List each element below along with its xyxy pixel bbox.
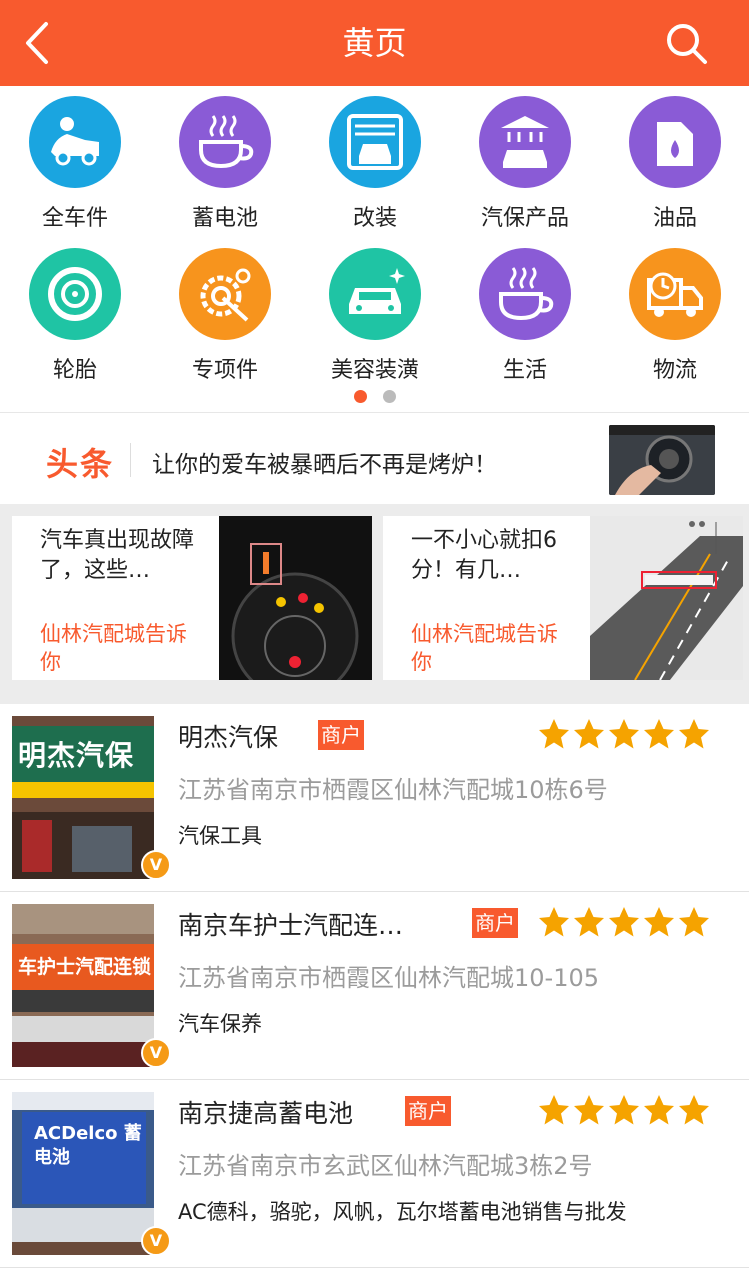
- search-icon[interactable]: [663, 20, 709, 66]
- category-item[interactable]: 油品: [600, 86, 749, 236]
- page-title: 黄页: [342, 24, 407, 62]
- star-icon: [644, 719, 674, 749]
- shop-address: 江苏省南京市玄武区仙林汽配城3栋2号: [178, 1152, 593, 1180]
- category-label: 油品: [652, 206, 697, 231]
- shop-name: 南京车护士汽配连…: [178, 911, 404, 940]
- rating-stars: [538, 718, 713, 754]
- shop-sign: 车护士汽配连锁: [18, 956, 152, 978]
- gear-tool-icon: [179, 248, 271, 340]
- shop-address: 江苏省南京市栖霞区仙林汽配城10栋6号: [178, 776, 608, 804]
- merchant-tag: 商户: [405, 1096, 451, 1126]
- mechanic-icon: [29, 96, 121, 188]
- verified-badge: V: [141, 1038, 171, 1068]
- shop-description: 汽车保养: [178, 1012, 262, 1036]
- star-icon: [574, 1095, 604, 1125]
- verified-badge: V: [141, 850, 171, 880]
- shop-description: 汽保工具: [178, 824, 262, 848]
- category-grid: 全车件 蓄电池 改装 汽保产品 油品 轮胎 专项件 美容装潢 生活 物流: [0, 86, 749, 412]
- category-label: 生活: [502, 358, 547, 383]
- shop-name: 南京捷高蓄电池: [178, 1099, 354, 1128]
- category-item[interactable]: 物流: [600, 238, 749, 388]
- news-section: 汽车真出现故障了，这些… 仙林汽配城告诉你 一不小心就扣6分！有几… 仙林汽配城…: [0, 504, 749, 704]
- shop-name: 明杰汽保: [178, 723, 279, 752]
- category-item[interactable]: 改装: [300, 86, 450, 236]
- page-dot-active[interactable]: [353, 390, 367, 403]
- shop-list-item[interactable]: ACDelco 蓄电池 V 南京捷高蓄电池 商户 江苏省南京市玄武区仙林汽配城3…: [0, 1080, 749, 1268]
- shop-address: 江苏省南京市栖霞区仙林汽配城10-105: [178, 964, 600, 992]
- star-icon: [609, 719, 639, 749]
- headline-thumbnail: [609, 425, 715, 495]
- star-icon: [539, 907, 569, 937]
- category-item[interactable]: 轮胎: [0, 238, 150, 388]
- news-source: 仙林汽配城告诉你: [411, 622, 558, 674]
- category-label: 专项件: [191, 358, 258, 383]
- category-item[interactable]: 蓄电池: [150, 86, 300, 236]
- star-icon: [539, 1095, 569, 1125]
- category-item[interactable]: 美容装潢: [300, 238, 450, 388]
- cup-icon: [479, 248, 571, 340]
- category-label: 物流: [652, 358, 697, 383]
- star-icon: [644, 907, 674, 937]
- category-label: 轮胎: [52, 358, 97, 383]
- news-title: 汽车真出现故障了，这些…: [40, 528, 195, 583]
- news-image: [590, 516, 743, 680]
- news-card[interactable]: 汽车真出现故障了，这些… 仙林汽配城告诉你: [12, 516, 372, 680]
- news-image: [219, 516, 372, 680]
- news-title: 一不小心就扣6分！有几…: [411, 528, 557, 583]
- headline-badge: 头条: [46, 445, 115, 483]
- shop-photo: ACDelco 蓄电池: [12, 1092, 154, 1255]
- category-label: 蓄电池: [191, 206, 258, 231]
- rating-stars: [538, 1094, 713, 1130]
- cup-icon: [179, 96, 271, 188]
- star-icon: [539, 719, 569, 749]
- top-bar: 黄页: [0, 0, 749, 86]
- headline-banner[interactable]: 头条 让你的爱车被暴晒后不再是烤炉！: [0, 412, 749, 505]
- category-label: 美容装潢: [330, 358, 419, 383]
- rating-stars: [538, 906, 713, 942]
- news-source: 仙林汽配城告诉你: [40, 622, 187, 674]
- star-icon: [679, 1095, 709, 1125]
- star-icon: [679, 719, 709, 749]
- shop-photo: 车护士汽配连锁: [12, 904, 154, 1067]
- garage-car-icon: [329, 96, 421, 188]
- divider: [130, 443, 131, 477]
- headline-text[interactable]: 让你的爱车被暴晒后不再是烤炉！: [152, 445, 497, 479]
- category-label: 汽保产品: [480, 206, 569, 231]
- merchant-tag: 商户: [318, 720, 364, 750]
- sparkle-car-icon: [329, 248, 421, 340]
- shop-sign: ACDelco 蓄电池: [34, 1123, 142, 1168]
- category-item[interactable]: 全车件: [0, 86, 150, 236]
- tire-icon: [29, 248, 121, 340]
- truck-clock-icon: [629, 248, 721, 340]
- shop-list-item[interactable]: 明杰汽保 V 明杰汽保 商户 江苏省南京市栖霞区仙林汽配城10栋6号 汽保工具: [0, 704, 749, 892]
- merchant-tag: 商户: [472, 908, 518, 938]
- star-icon: [609, 907, 639, 937]
- news-card[interactable]: 一不小心就扣6分！有几… 仙林汽配城告诉你: [383, 516, 743, 680]
- shop-sign: 明杰汽保: [18, 739, 135, 772]
- shop-list-item[interactable]: 车护士汽配连锁 V 南京车护士汽配连… 商户 江苏省南京市栖霞区仙林汽配城10-…: [0, 892, 749, 1080]
- star-icon: [679, 907, 709, 937]
- verified-badge: V: [141, 1226, 171, 1256]
- car-wash-icon: [479, 96, 571, 188]
- star-icon: [574, 907, 604, 937]
- page-indicator: [0, 388, 749, 407]
- shop-photo: 明杰汽保: [12, 716, 154, 879]
- category-label: 改装: [352, 206, 397, 231]
- category-label: 全车件: [41, 206, 108, 231]
- category-item[interactable]: 生活: [450, 238, 600, 388]
- star-icon: [574, 719, 604, 749]
- category-item[interactable]: 汽保产品: [450, 86, 600, 236]
- shop-description: AC德科，骆驼，风帆，瓦尔塔蓄电池销售与批发: [178, 1200, 627, 1224]
- star-icon: [644, 1095, 674, 1125]
- category-item[interactable]: 专项件: [150, 238, 300, 388]
- page-dot[interactable]: [382, 390, 396, 403]
- oil-can-icon: [629, 96, 721, 188]
- star-icon: [609, 1095, 639, 1125]
